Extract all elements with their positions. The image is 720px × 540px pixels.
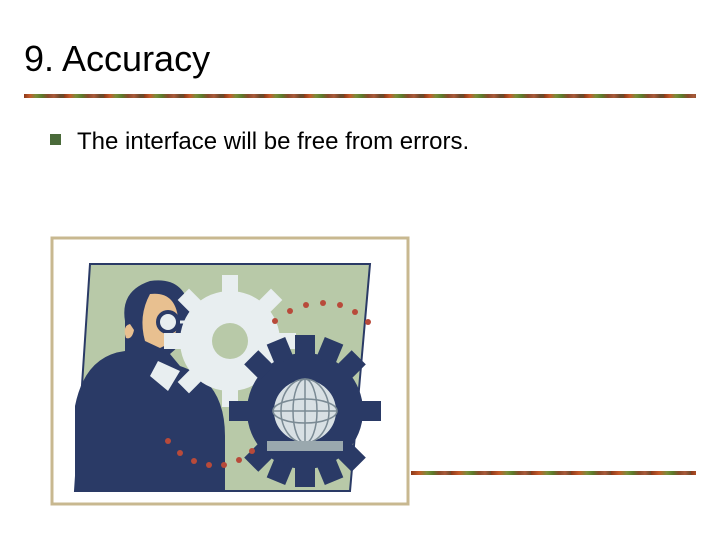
slide-title: 9. Accuracy [0,0,720,80]
clipart-man-gears-globe [50,236,410,506]
bullet-marker-icon [50,134,61,145]
bottom-accent-bar [411,471,696,475]
bullet-text: The interface will be free from errors. [77,126,469,157]
body-content: The interface will be free from errors. [0,98,720,157]
bullet-item: The interface will be free from errors. [50,126,670,157]
